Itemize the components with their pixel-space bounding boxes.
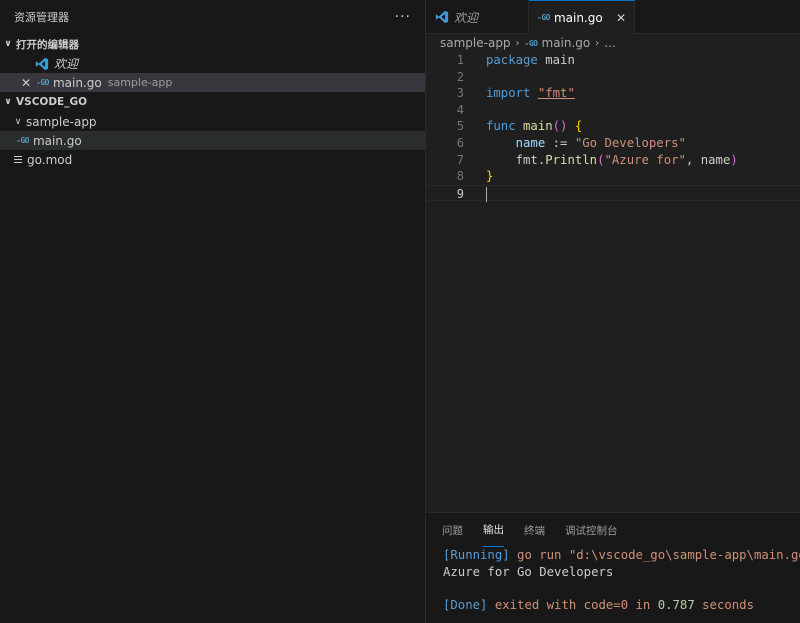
code-line-current: 9 — [426, 184, 800, 202]
folder-label: sample-app — [26, 114, 97, 129]
open-editor-description: sample-app — [107, 76, 173, 89]
open-editors-label: 打开的编辑器 — [16, 38, 79, 51]
close-icon[interactable]: ✕ — [18, 76, 34, 90]
tab-main-go[interactable]: -GO main.go ✕ — [529, 0, 635, 34]
line-number: 9 — [456, 186, 464, 201]
code-editor[interactable]: 1 package main 2 3 import "fmt" 4 5 func… — [426, 52, 800, 202]
output-line: Azure for Go Developers — [443, 564, 614, 579]
chevron-right-icon: › — [595, 37, 600, 49]
code-text: func main() { — [486, 119, 583, 134]
code-text: fmt.Println("Azure for", name) — [515, 152, 738, 167]
go-file-icon: -GO — [36, 78, 49, 87]
tab-terminal[interactable]: 终端 — [524, 513, 545, 547]
vscode-icon — [434, 10, 450, 24]
go-file-icon: -GO — [524, 38, 538, 48]
tab-label: 欢迎 — [454, 10, 479, 25]
tab-problems[interactable]: 问题 — [442, 513, 463, 547]
line-number: 5 — [456, 119, 464, 134]
go-file-icon: -GO — [16, 136, 29, 145]
file-go-mod[interactable]: go.mod — [0, 150, 425, 169]
workspace-label: VSCODE_GO — [16, 96, 88, 108]
line-number: 8 — [456, 169, 464, 184]
code-line: 6 name := "Go Developers" — [426, 135, 800, 152]
explorer-title: 资源管理器 — [14, 11, 69, 24]
open-editor-welcome[interactable]: 欢迎 — [0, 54, 425, 73]
file-main-go[interactable]: -GO main.go — [0, 131, 425, 150]
code-line: 4 — [426, 102, 800, 119]
tab-welcome[interactable]: 欢迎 — [426, 0, 529, 34]
output-line: [Done] exited with code=0 in 0.787 secon… — [443, 597, 754, 612]
open-editors-section[interactable]: ∨ 打开的编辑器 — [0, 34, 425, 54]
output-log[interactable]: [Running] go run "d:\vscode_go\sample-ap… — [426, 547, 800, 613]
chevron-down-icon: ∨ — [4, 97, 12, 107]
explorer-sidebar: 资源管理器 ··· ∨ 打开的编辑器 欢迎 ✕ -GO main.go samp… — [0, 0, 426, 623]
tab-debug-console[interactable]: 调试控制台 — [565, 513, 618, 547]
code-line: 8 } — [426, 168, 800, 185]
code-line: 7 fmt.Println("Azure for", name) — [426, 152, 800, 169]
code-text: package main — [486, 53, 575, 67]
more-actions-icon[interactable]: ··· — [395, 9, 411, 25]
go-file-icon: -GO — [537, 13, 550, 22]
bottom-panel: 问题 输出 终端 调试控制台 [Running] go run "d:\vsco… — [426, 512, 800, 623]
line-number: 6 — [456, 135, 464, 150]
text-file-icon — [14, 154, 22, 165]
open-editor-label: 欢迎 — [54, 57, 79, 71]
close-icon[interactable]: ✕ — [616, 11, 626, 25]
workspace-section[interactable]: ∨ VSCODE_GO — [0, 92, 425, 112]
output-line-empty — [443, 580, 800, 597]
line-number: 1 — [456, 53, 464, 67]
output-line: [Running] go run "d:\vscode_go\sample-ap… — [443, 548, 800, 562]
code-line: 3 import "fmt" — [426, 85, 800, 102]
code-line: 2 — [426, 69, 800, 86]
breadcrumb-more[interactable]: ... — [604, 36, 615, 50]
code-text: name := "Go Developers" — [515, 135, 686, 150]
text-cursor — [486, 186, 487, 202]
open-editor-main-go[interactable]: ✕ -GO main.go sample-app — [0, 73, 425, 92]
vscode-icon — [34, 57, 50, 71]
panel-tabs: 问题 输出 终端 调试控制台 — [426, 513, 800, 547]
line-number: 2 — [456, 69, 464, 84]
line-number: 3 — [456, 86, 464, 101]
line-number: 7 — [456, 152, 464, 167]
code-text: } — [486, 169, 494, 184]
code-text: import "fmt" — [486, 86, 575, 101]
code-line: 1 package main — [426, 52, 800, 69]
chevron-right-icon: › — [515, 37, 520, 49]
chevron-down-icon: ∨ — [14, 116, 22, 127]
breadcrumb-file[interactable]: main.go — [542, 36, 591, 50]
tab-output[interactable]: 输出 — [483, 513, 504, 547]
breadcrumb: sample-app › -GO main.go › ... — [426, 34, 800, 52]
breadcrumb-folder[interactable]: sample-app — [440, 36, 511, 50]
code-line: 5 func main() { — [426, 118, 800, 135]
chevron-down-icon: ∨ — [4, 39, 12, 49]
folder-sample-app[interactable]: ∨ sample-app — [0, 112, 425, 131]
explorer-header: 资源管理器 ··· — [0, 0, 425, 34]
open-editor-label: main.go — [52, 75, 102, 90]
editor-tabs: 欢迎 -GO main.go ✕ — [426, 0, 800, 34]
line-number: 4 — [456, 102, 464, 117]
file-label: main.go — [32, 133, 82, 148]
file-label: go.mod — [27, 152, 73, 167]
tab-label: main.go — [553, 10, 603, 25]
editor-area: 欢迎 -GO main.go ✕ sample-app › -GO main.g… — [426, 0, 800, 512]
